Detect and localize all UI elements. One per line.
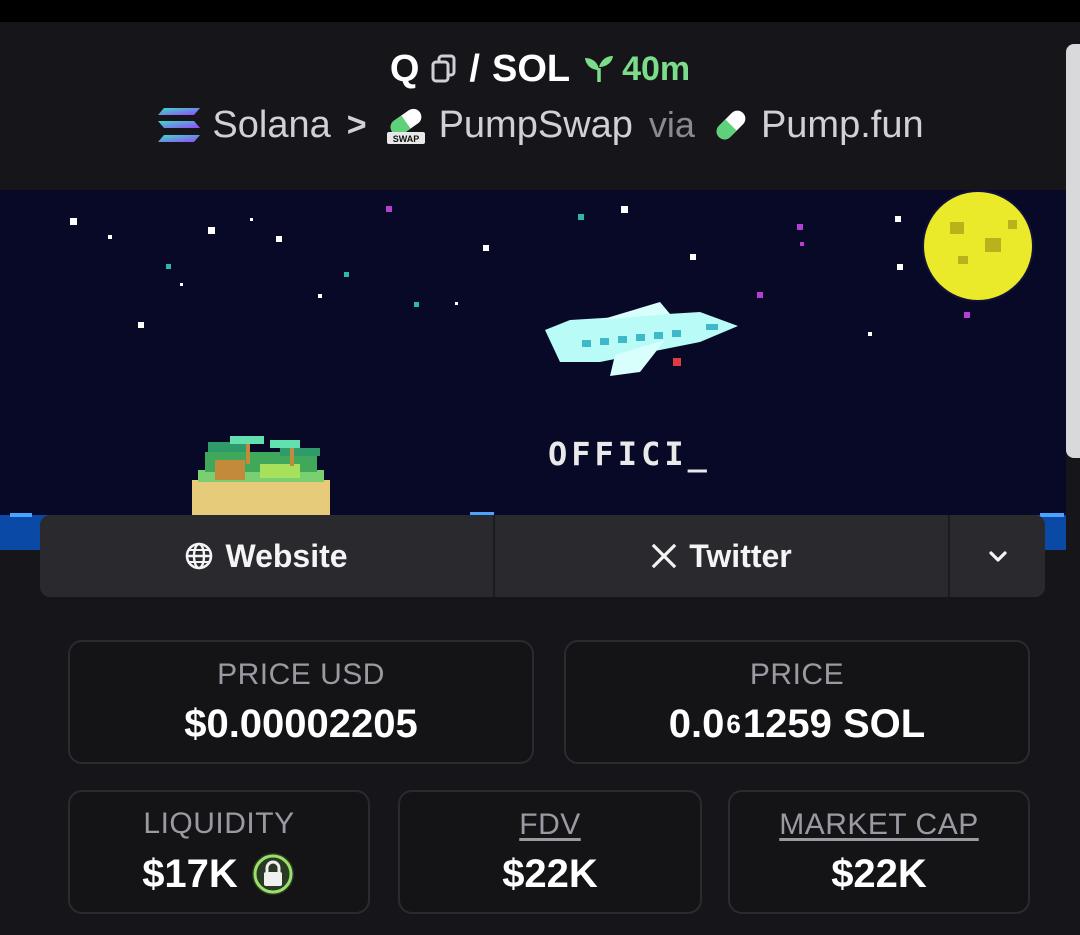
dex-name: PumpSwap <box>438 103 633 146</box>
fdv-label[interactable]: FDV <box>519 808 581 842</box>
launchpad-name: Pump.fun <box>760 103 924 146</box>
market-cap-value: $22K <box>831 851 927 896</box>
liquidity-card: LIQUIDITY $17K <box>68 790 370 914</box>
price-usd-card: PRICE USD $0.00002205 <box>68 640 534 764</box>
liquidity-value-row: $17K <box>142 851 296 897</box>
price-suffix: 1259 SOL <box>742 701 926 746</box>
price-prefix: 0.0 <box>668 701 725 746</box>
banner-artwork <box>0 190 1066 550</box>
token-symbol: Q <box>389 47 420 90</box>
pair-header: Q / SOL 40m <box>0 44 1080 94</box>
twitter-label: Twitter <box>689 537 792 574</box>
liquidity-label: LIQUIDITY <box>143 807 295 840</box>
chain-link[interactable]: Solana <box>156 103 331 147</box>
price-value: 0.0 6 1259 SOL <box>669 702 925 747</box>
links-bar: Website Twitter <box>40 515 1045 597</box>
pair-separator: / <box>469 47 480 90</box>
chain-breadcrumb: Solana > SWAP PumpSwap via Pump.fun <box>0 100 1080 150</box>
copy-icon[interactable] <box>431 54 457 84</box>
banner-text: OFFICI_ <box>548 435 711 473</box>
price-usd-value: $0.00002205 <box>184 701 418 746</box>
pill-icon <box>716 110 746 140</box>
solana-icon <box>158 108 201 142</box>
chain-name: Solana <box>212 103 331 146</box>
price-card: PRICE 0.0 6 1259 SOL <box>564 640 1030 764</box>
seedling-icon <box>585 56 614 82</box>
svg-text:SWAP: SWAP <box>392 134 419 144</box>
liquidity-value: $17K <box>142 851 238 896</box>
chevron-down-icon <box>988 551 1007 562</box>
pumpswap-icon: SWAP <box>386 108 425 144</box>
fdv-card: FDV $22K <box>398 790 702 914</box>
fdv-value: $22K <box>502 851 598 896</box>
via-text: via <box>648 104 695 145</box>
launchpad-link[interactable]: Pump.fun <box>711 104 924 147</box>
price-usd-label: PRICE USD <box>217 657 385 691</box>
price-label: PRICE <box>749 657 845 691</box>
market-cap-label[interactable]: MARKET CAP <box>779 808 979 842</box>
website-label: Website <box>225 537 348 574</box>
price-zero-count: 6 <box>726 708 741 739</box>
quote-symbol: SOL <box>491 47 571 90</box>
twitter-button[interactable]: Twitter <box>495 515 950 597</box>
more-links-button[interactable] <box>950 515 1045 597</box>
globe-icon <box>186 542 213 570</box>
lock-icon[interactable] <box>250 851 296 897</box>
dex-link[interactable]: SWAP PumpSwap <box>383 102 633 148</box>
website-button[interactable]: Website <box>40 515 495 597</box>
breadcrumb-separator: > <box>346 105 367 144</box>
pair-age: 40m <box>582 50 690 89</box>
age-text: 40m <box>622 49 691 88</box>
x-icon <box>651 543 677 569</box>
token-banner: OFFICI_ <box>0 190 1066 550</box>
market-cap-card: MARKET CAP $22K <box>728 790 1030 914</box>
